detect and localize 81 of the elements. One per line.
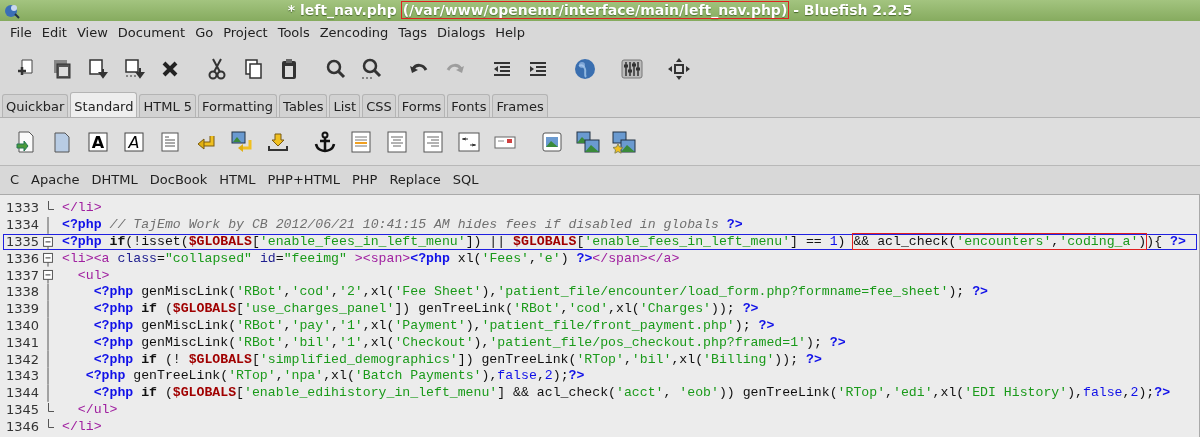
snippet-menu-item[interactable]: DHTML <box>85 167 144 193</box>
code-line: <?php genMiscLink('RBot','cod','2',xl('Fee Sheet'),'patient_file/encounter/load_form.php?formname=fee_sheet'); ?> <box>92 284 988 301</box>
line-number: 1336 <box>4 250 39 267</box>
snippet-menu-item[interactable]: C <box>4 167 26 193</box>
comment-icon[interactable] <box>457 129 481 154</box>
sliders-icon[interactable] <box>620 57 644 81</box>
tab[interactable]: HTML 5 <box>139 93 197 117</box>
code-line: </li> <box>62 418 102 435</box>
menu-item[interactable]: View <box>71 21 113 45</box>
line-number: 1337 <box>4 267 39 284</box>
snippet-menu-item[interactable]: DocBook <box>143 167 214 193</box>
menu-item[interactable]: Edit <box>36 21 72 45</box>
tab[interactable]: Forms <box>397 93 446 117</box>
bold-glyph-icon[interactable]: A <box>86 129 110 154</box>
images-star-icon[interactable] <box>612 129 636 154</box>
menu-item[interactable]: Project <box>218 21 273 45</box>
tab[interactable]: Standard <box>70 91 138 117</box>
search-dots-icon[interactable] <box>360 57 384 81</box>
images-icon[interactable] <box>576 129 600 154</box>
code-line: <?php genMiscLink('RBot','pay','1',xl('Payment'),'patient_file/front_payment.php'); ?> <box>92 318 775 334</box>
menu-item[interactable]: Zencoding <box>314 21 394 45</box>
anchor-icon[interactable] <box>313 129 337 154</box>
snippet-menu-item[interactable]: PHP <box>345 167 384 193</box>
snippet-menu-item[interactable]: SQL <box>446 167 485 193</box>
code-line: <?php if ($GLOBALS['enable_edihistory_in_left_menu'] && acl_check('acct', 'eob')) genTreeLink('RTop','edi',xl('EDI History'),false,2);?> <box>92 385 1171 402</box>
code-line: <li><a class="collapsed" id="feeimg" ><span><?php xl('Fees','e') ?></span></a> <box>62 250 680 267</box>
code-line: </li> <box>62 200 102 217</box>
page-down-arrow-icon[interactable] <box>86 57 110 81</box>
app-logo-icon <box>3 2 20 19</box>
window-title: * left_nav.php (/var/www/openemr/interface/main/left_nav.php) - Bluefish 2.2.5 <box>287 1 913 21</box>
text-page-icon[interactable] <box>158 129 182 154</box>
menu-item[interactable]: File <box>5 21 37 45</box>
line-number: 1342 <box>4 351 39 368</box>
tab[interactable]: Quickbar <box>2 93 69 117</box>
snippet-menu-item[interactable]: Apache <box>25 167 86 193</box>
tab[interactable]: Fonts <box>447 93 491 117</box>
line-number: 1346 <box>4 418 39 435</box>
menu-item[interactable]: Document <box>112 21 191 45</box>
tab[interactable]: Formatting <box>198 93 278 117</box>
line-number: 1340 <box>4 318 39 334</box>
code-line: <?php if(!isset($GLOBALS['enable_fees_in_left_menu']) || $GLOBALS['enable_fees_in_left_menu'] == 1) && acl_check('encounters','coding_a')){ ?> <box>62 234 1186 250</box>
line-number: 1339 <box>4 301 39 318</box>
line-number: 1344 <box>4 385 39 402</box>
tab[interactable]: Tables <box>279 93 328 117</box>
snippet-menu-item[interactable]: Replace <box>383 167 447 193</box>
image-arrow-icon[interactable] <box>230 129 254 154</box>
menu-item[interactable]: Tools <box>272 21 315 45</box>
code-line: <ul> <box>76 267 110 284</box>
menu-item[interactable]: Tags <box>393 21 433 45</box>
code-line: <?php if ($GLOBALS['use_charges_panel']) genTreeLink('RBot','cod',xl('Charges')); ?> <box>92 301 759 318</box>
menu-item[interactable]: Dialogs <box>432 21 491 45</box>
fold-collapse-icon[interactable] <box>42 267 54 284</box>
snippet-menu-item[interactable]: PHP+HTML <box>261 167 346 193</box>
page-dotted-arrow-icon[interactable] <box>122 57 146 81</box>
line-number: 1335 <box>4 234 39 250</box>
code-line: </ul> <box>76 401 118 418</box>
line-number: 1334 <box>4 217 39 234</box>
align-center-icon[interactable] <box>385 129 409 154</box>
move-arrows-icon[interactable] <box>667 57 691 81</box>
align-left-icon[interactable] <box>349 129 373 154</box>
line-number: 1343 <box>4 368 39 385</box>
line-number: 1333 <box>4 200 39 217</box>
tab[interactable]: Frames <box>492 93 548 117</box>
tab[interactable]: List <box>329 93 361 117</box>
image-icon[interactable] <box>540 129 564 154</box>
menu-item[interactable]: Help <box>490 21 530 45</box>
code-line: <?php genTreeLink('RTop','npa',xl('Batch Payments'),false,2);?> <box>84 368 585 385</box>
search-icon[interactable] <box>324 57 348 81</box>
menu-item[interactable]: Go <box>190 21 219 45</box>
italic-glyph-icon[interactable]: A <box>122 129 146 154</box>
tab[interactable]: CSS <box>362 93 396 117</box>
fold-collapse-icon[interactable] <box>42 250 54 268</box>
line-number: 1338 <box>4 284 39 301</box>
align-right-icon[interactable] <box>421 129 445 154</box>
snippet-menu-item[interactable]: HTML <box>213 167 262 193</box>
line-number: 1345 <box>4 401 39 418</box>
line-number: 1341 <box>4 334 39 351</box>
code-line: <?php if (! $GLOBALS['simplified_demographics']) genTreeLink('RTop','bil',xl('Billing')); ?> <box>92 351 822 368</box>
globe-icon[interactable] <box>573 57 597 81</box>
code-line: <?php genMiscLink('RBot','bil','1',xl('Checkout'),'patient_file/pos_checkout.php?framed=1'); ?> <box>92 334 846 351</box>
code-line: <?php // TajEmo Work by CB 2012/06/21 10:41:15 AM hides fees if disabled in globals ?> <box>62 217 743 234</box>
